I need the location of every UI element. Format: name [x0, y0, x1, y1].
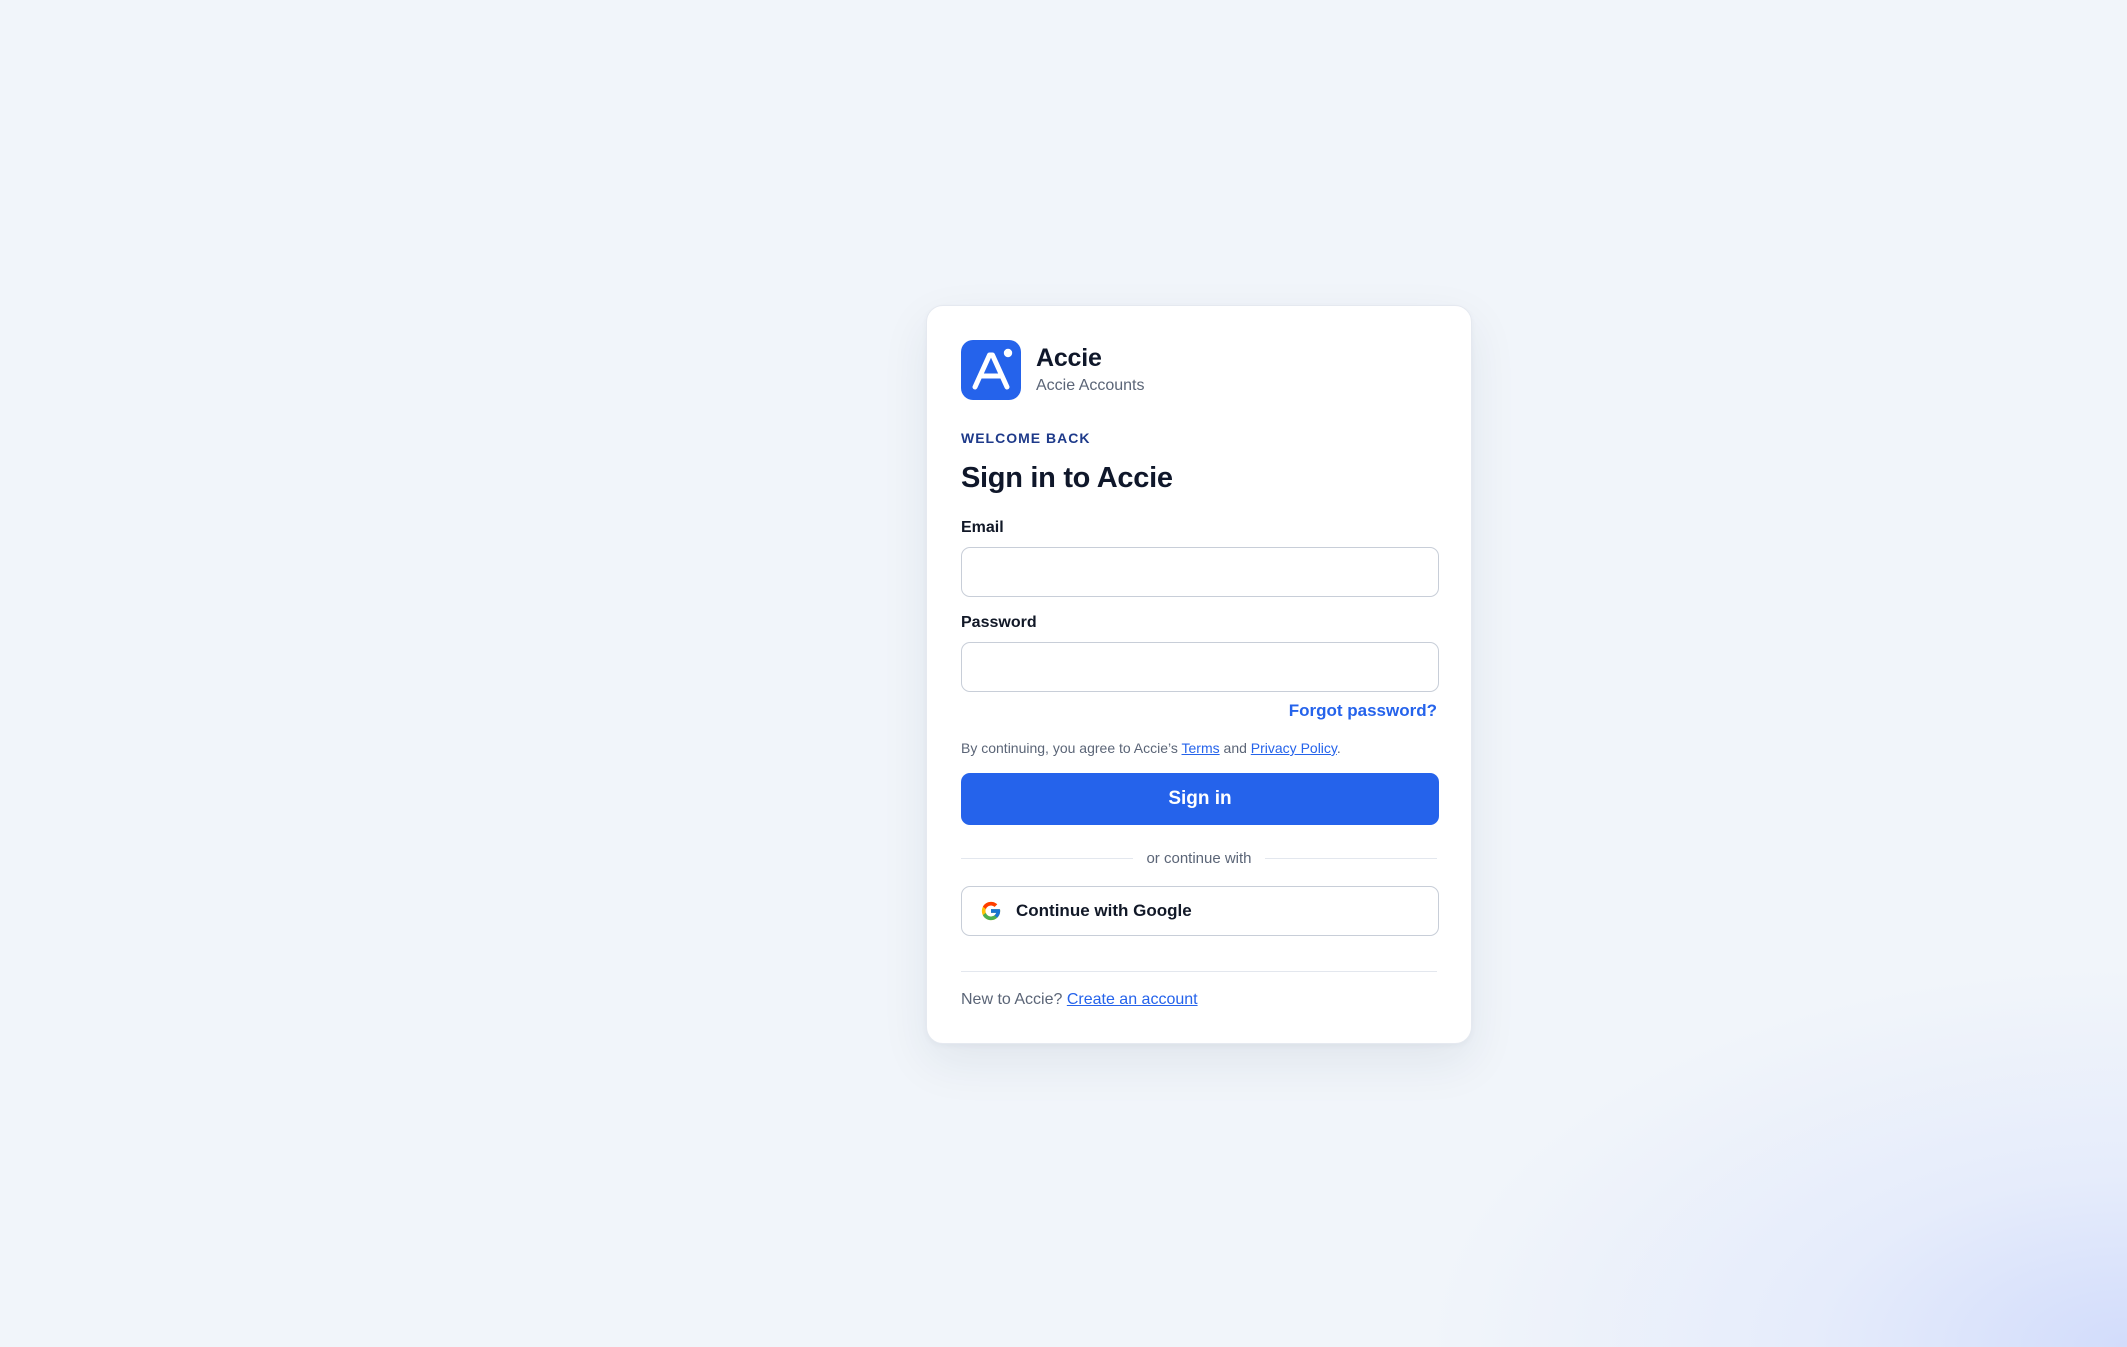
legal-conjunction: and [1219, 740, 1251, 756]
privacy-policy-link[interactable]: Privacy Policy [1251, 740, 1337, 756]
brand-text: Accie Accie Accounts [1036, 343, 1145, 397]
accie-logo-icon [961, 340, 1021, 400]
legal-prefix: By continuing, you agree to Accie’s [961, 740, 1182, 756]
password-label: Password [961, 614, 1037, 631]
terms-link[interactable]: Terms [1182, 740, 1220, 756]
divider-line-left [961, 857, 1134, 859]
forgot-password-row: Forgot password? [961, 701, 1437, 722]
divider-line-right [1264, 857, 1437, 859]
divider-text: or continue with [1146, 849, 1252, 867]
brand-header: Accie Accie Accounts [961, 340, 1437, 400]
password-field[interactable] [961, 642, 1439, 692]
create-account-link[interactable]: Create an account [1067, 991, 1198, 1008]
page-title: Sign in to Accie [961, 462, 1173, 494]
signup-prompt: New to Accie? Create an account [961, 990, 1437, 1010]
sign-in-button[interactable]: Sign in [961, 773, 1439, 825]
legal-suffix: . [1336, 740, 1341, 756]
or-divider: or continue with [961, 848, 1437, 868]
welcome-eyebrow: WELCOME BACK [961, 430, 1091, 446]
signup-prompt-text: New to Accie? [961, 991, 1067, 1008]
brand-name: Accie [1036, 344, 1102, 372]
continue-with-google-button[interactable]: Continue with Google [961, 886, 1439, 936]
google-button-label: Continue with Google [1016, 901, 1192, 920]
email-field[interactable] [961, 547, 1439, 597]
forgot-password-link[interactable]: Forgot password? [1289, 701, 1437, 720]
footer-divider [961, 971, 1437, 972]
legal-notice: By continuing, you agree to Accie’s Term… [961, 739, 1437, 757]
brand-subtitle: Accie Accounts [1036, 377, 1145, 394]
sign-in-card: Accie Accie Accounts WELCOME BACK Sign i… [926, 305, 1472, 1044]
google-icon [980, 900, 1002, 922]
email-label: Email [961, 519, 1004, 536]
